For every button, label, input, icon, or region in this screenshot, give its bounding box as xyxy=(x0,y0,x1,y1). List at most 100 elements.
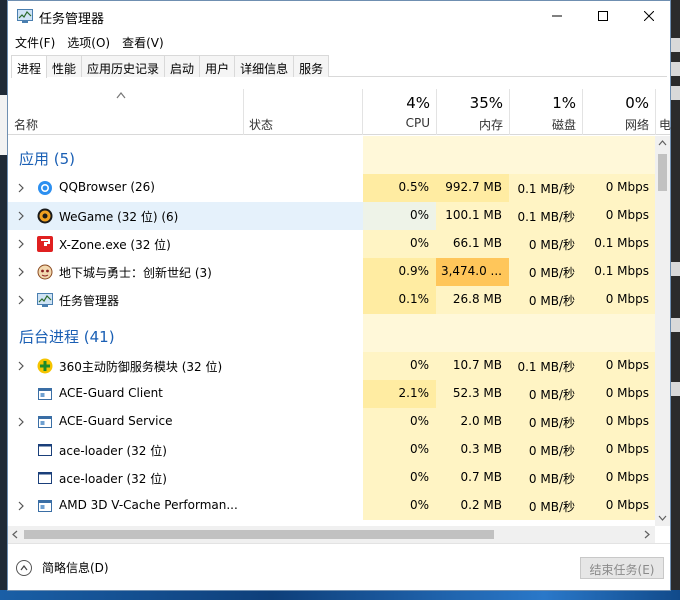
expand-chevron-icon[interactable] xyxy=(17,211,25,221)
process-name: ace-loader (32 位) xyxy=(59,444,167,458)
cpu-cell: 0.9% xyxy=(363,258,436,286)
tab-startup[interactable]: 启动 xyxy=(164,55,201,77)
cpu-percent: 4% xyxy=(406,94,430,112)
network-label: 网络 xyxy=(624,118,649,132)
cpu-cell: 0% xyxy=(363,202,436,230)
horizontal-scrollbar[interactable] xyxy=(8,526,655,543)
desktop-taskbar-strip xyxy=(0,590,680,600)
memory-cell: 52.3 MB xyxy=(436,380,509,408)
fewer-details-button[interactable]: 简略信息(D) xyxy=(16,559,109,576)
header-memory[interactable]: 35% 内存 xyxy=(436,89,509,135)
tab-users[interactable]: 用户 xyxy=(199,55,236,77)
end-task-button[interactable]: 结束任务(E) xyxy=(580,557,664,579)
network-cell: 0 Mbps xyxy=(582,174,656,202)
column-header: 名称 状态 4% CPU 35% 内存 1% 磁盘 0% 网络 电 xyxy=(8,89,671,135)
header-power-partial[interactable]: 电 xyxy=(659,116,671,133)
process-row[interactable]: 任务管理器 0.1% 26.8 MB 0 MB/秒 0 Mbps xyxy=(8,286,656,314)
process-name: ace-loader (32 位) xyxy=(59,472,167,486)
tab-details[interactable]: 详细信息 xyxy=(234,55,295,77)
desktop-background-right xyxy=(670,0,680,600)
task-manager-window: 任务管理器 文件(F) 选项(O) 查看(V) 进程 性能 应用历史记录 启动 … xyxy=(7,0,671,591)
process-row[interactable]: QQBrowser (26) 0.5% 992.7 MB 0.1 MB/秒 0 … xyxy=(8,174,656,202)
app-window-icon xyxy=(38,500,52,512)
expand-chevron-icon[interactable] xyxy=(17,239,25,249)
vertical-scrollbar[interactable] xyxy=(655,136,670,526)
expand-chevron-icon[interactable] xyxy=(17,417,25,427)
process-row[interactable]: ace-loader (32 位) 0% 0.7 MB 0 MB/秒 0 Mbp… xyxy=(8,464,656,492)
vertical-scroll-thumb[interactable] xyxy=(658,154,667,191)
cpu-cell: 2.1% xyxy=(363,380,436,408)
disk-cell: 0 MB/秒 xyxy=(509,464,582,492)
header-cpu[interactable]: 4% CPU xyxy=(363,89,436,135)
header-name[interactable]: 名称 xyxy=(14,116,38,133)
group-band xyxy=(363,314,656,352)
title-bar[interactable]: 任务管理器 xyxy=(8,1,670,31)
close-button[interactable] xyxy=(626,1,672,31)
process-row[interactable]: ACE-Guard Client 2.1% 52.3 MB 0 MB/秒 0 M… xyxy=(8,380,656,408)
network-cell: 0 Mbps xyxy=(582,202,656,230)
process-name: ACE-Guard Client xyxy=(59,386,163,400)
network-cell: 0 Mbps xyxy=(582,352,656,380)
group-header-background: 后台进程 (41) xyxy=(19,328,115,346)
memory-label: 内存 xyxy=(478,118,503,132)
menu-file[interactable]: 文件(F) xyxy=(8,31,60,51)
close-icon xyxy=(644,11,654,21)
expand-chevron-icon[interactable] xyxy=(17,501,25,511)
process-name: 任务管理器 xyxy=(59,294,120,308)
header-network[interactable]: 0% 网络 xyxy=(582,89,655,135)
cpu-cell: 0% xyxy=(363,408,436,436)
tab-services[interactable]: 服务 xyxy=(293,55,330,77)
process-row[interactable]: AMD 3D V-Cache Performan... 0% 0.2 MB 0 … xyxy=(8,492,656,520)
process-name: 地下城与勇士：创新世纪 (3) xyxy=(59,266,212,280)
network-cell: 0 Mbps xyxy=(582,408,656,436)
maximize-button[interactable] xyxy=(580,1,626,31)
group-header-apps: 应用 (5) xyxy=(19,150,76,168)
scroll-down-icon[interactable] xyxy=(658,515,667,521)
process-row[interactable]: ace-loader (32 位) 0% 0.3 MB 0 MB/秒 0 Mbp… xyxy=(8,436,656,464)
minimize-button[interactable] xyxy=(534,1,580,31)
process-row[interactable]: X-Zone.exe (32 位) 0% 66.1 MB 0 MB/秒 0.1 … xyxy=(8,230,656,258)
tab-app-history[interactable]: 应用历史记录 xyxy=(81,55,166,77)
cpu-cell: 0% xyxy=(363,492,436,520)
network-cell: 0 Mbps xyxy=(582,492,656,520)
network-percent: 0% xyxy=(625,94,649,112)
process-row[interactable]: WeGame (32 位) (6) 0% 100.1 MB 0.1 MB/秒 0… xyxy=(8,202,656,230)
process-row[interactable]: 360主动防御服务模块 (32 位) 0% 10.7 MB 0.1 MB/秒 0… xyxy=(8,352,656,380)
process-row[interactable]: ACE-Guard Service 0% 2.0 MB 0 MB/秒 0 Mbp… xyxy=(8,408,656,436)
scroll-up-icon[interactable] xyxy=(658,140,667,146)
network-cell: 0.1 Mbps xyxy=(582,230,656,258)
process-list: 应用 (5) QQBrowser (26) 0.5% 992.7 MB 0.1 … xyxy=(8,136,656,526)
menu-view[interactable]: 查看(V) xyxy=(115,31,169,51)
task-manager-icon xyxy=(37,293,53,307)
cpu-cell: 0.1% xyxy=(363,286,436,314)
footer: 简略信息(D) 结束任务(E) xyxy=(8,543,670,590)
menu-options[interactable]: 选项(O) xyxy=(60,31,115,51)
tab-performance[interactable]: 性能 xyxy=(46,55,83,77)
expand-chevron-icon[interactable] xyxy=(17,295,25,305)
scroll-left-icon[interactable] xyxy=(12,530,18,539)
expand-chevron-icon[interactable] xyxy=(17,361,25,371)
horizontal-scroll-thumb[interactable] xyxy=(24,530,494,539)
disk-cell: 0 MB/秒 xyxy=(509,258,582,286)
disk-cell: 0 MB/秒 xyxy=(509,230,582,258)
header-status[interactable]: 状态 xyxy=(249,116,273,133)
expand-chevron-icon[interactable] xyxy=(17,267,25,277)
disk-cell: 0 MB/秒 xyxy=(509,380,582,408)
group-band xyxy=(363,136,656,174)
scroll-right-icon[interactable] xyxy=(644,530,650,539)
cpu-cell: 0% xyxy=(363,464,436,492)
menu-bar: 文件(F) 选项(O) 查看(V) xyxy=(8,31,169,51)
disk-cell: 0.1 MB/秒 xyxy=(509,352,582,380)
network-cell: 0.1 Mbps xyxy=(582,258,656,286)
app-window-icon xyxy=(38,416,52,428)
cpu-label: CPU xyxy=(405,116,430,130)
app-window-icon xyxy=(38,444,52,456)
cpu-cell: 0.5% xyxy=(363,174,436,202)
network-cell: 0 Mbps xyxy=(582,436,656,464)
process-row[interactable]: 地下城与勇士：创新世纪 (3) 0.9% 3,474.0 ... 0 MB/秒 … xyxy=(8,258,656,286)
expand-chevron-icon[interactable] xyxy=(17,183,25,193)
tab-processes[interactable]: 进程 xyxy=(11,55,48,78)
header-disk[interactable]: 1% 磁盘 xyxy=(509,89,582,135)
disk-cell: 0.1 MB/秒 xyxy=(509,202,582,230)
app-window-icon xyxy=(38,388,52,400)
